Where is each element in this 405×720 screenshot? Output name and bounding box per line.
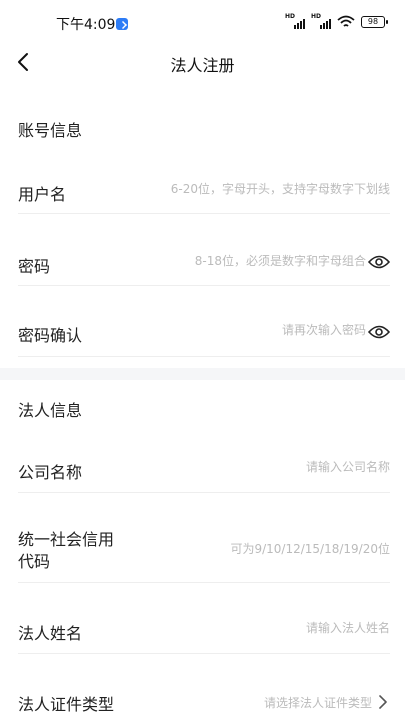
id-type-select[interactable]: 请选择法人证件类型 xyxy=(264,694,372,711)
form-row-credit-code: 统一社会信用 代码 xyxy=(18,515,390,583)
eye-icon[interactable] xyxy=(368,324,390,340)
password-label: 密码 xyxy=(18,257,51,276)
page-title: 法人注册 xyxy=(170,56,235,75)
credit-code-label: 统一社会信用 代码 xyxy=(18,529,114,573)
id-type-label: 法人证件类型 xyxy=(18,695,115,714)
credit-code-label-line1: 统一社会信用 xyxy=(18,530,115,549)
form-row-password: 密码 xyxy=(18,236,390,286)
status-indicators: HD HD 98 xyxy=(285,13,388,29)
credit-code-label-line2: 代码 xyxy=(18,552,51,571)
password-confirm-input[interactable] xyxy=(186,323,366,337)
status-time: 下午4:09 xyxy=(56,17,116,33)
form-row-legal-name: 法人姓名 xyxy=(18,606,390,654)
cellular-signal-icon-2: HD xyxy=(311,13,331,29)
credit-code-input[interactable] xyxy=(190,542,390,556)
username-input[interactable] xyxy=(140,182,390,196)
form-row-username: 用户名 xyxy=(18,164,390,214)
password-confirm-label: 密码确认 xyxy=(18,326,83,345)
legal-name-input[interactable] xyxy=(190,621,390,635)
form-row-id-type[interactable]: 法人证件类型 请选择法人证件类型 xyxy=(18,676,390,720)
eye-icon[interactable] xyxy=(368,254,390,270)
wifi-icon xyxy=(337,15,355,27)
section-title-legal: 法人信息 xyxy=(18,401,83,420)
chevron-right-icon xyxy=(379,695,387,709)
username-label: 用户名 xyxy=(18,185,67,204)
password-input[interactable] xyxy=(146,254,366,268)
form-row-password-confirm: 密码确认 xyxy=(18,307,390,357)
battery-icon: 98 xyxy=(361,16,388,28)
status-bar: 下午4:09 HD HD 98 xyxy=(0,0,405,44)
section-title-account: 账号信息 xyxy=(18,121,83,140)
company-name-label: 公司名称 xyxy=(18,463,83,482)
cellular-signal-icon: HD xyxy=(285,13,305,29)
company-name-input[interactable] xyxy=(190,460,390,474)
legal-name-label: 法人姓名 xyxy=(18,624,83,643)
form-row-company-name: 公司名称 xyxy=(18,443,390,493)
section-divider xyxy=(0,368,405,380)
nav-bar: 法人注册 xyxy=(0,44,405,80)
notification-app-icon xyxy=(116,18,128,30)
